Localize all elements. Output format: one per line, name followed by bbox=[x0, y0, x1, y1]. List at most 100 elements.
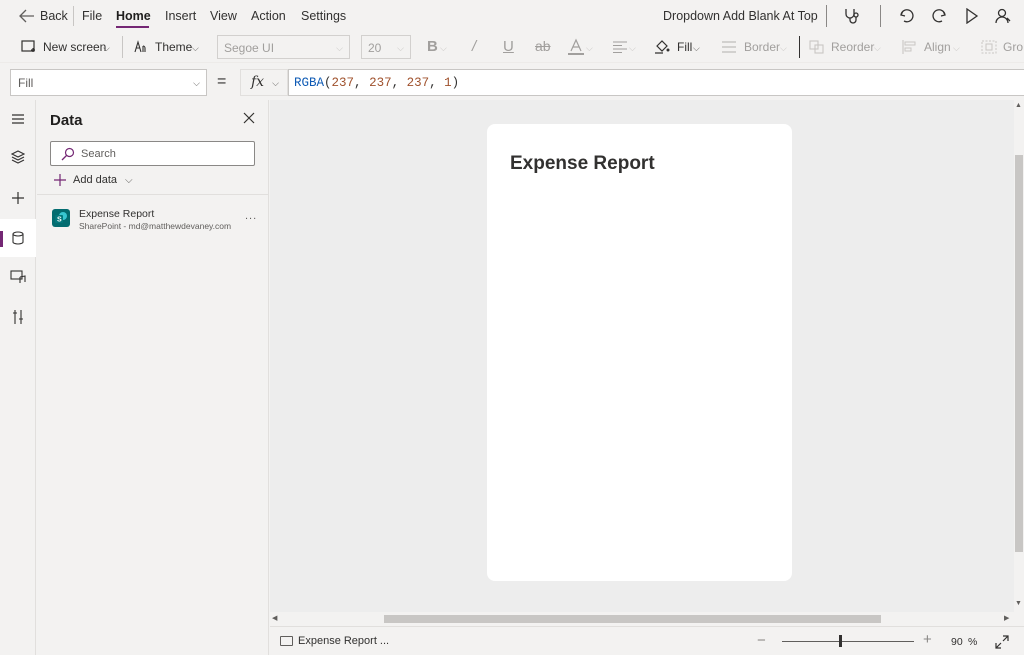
new-screen-button[interactable]: New screen bbox=[43, 40, 106, 54]
formula-arg-alpha: 1 bbox=[444, 76, 452, 90]
menu-bar: Back File Home Insert View Action Settin… bbox=[0, 0, 1024, 32]
canvas-area[interactable]: Expense Report bbox=[270, 100, 1014, 612]
reorder-button[interactable]: Reorder bbox=[831, 40, 874, 54]
scroll-left-icon[interactable]: ◀ bbox=[272, 614, 277, 622]
property-value: Fill bbox=[18, 76, 34, 90]
font-size-select[interactable]: 20 ⌵ bbox=[361, 35, 411, 59]
close-panel-button[interactable] bbox=[242, 111, 256, 125]
bold-icon[interactable]: B bbox=[427, 38, 438, 55]
data-button[interactable] bbox=[0, 219, 36, 257]
active-tab-indicator bbox=[116, 26, 149, 28]
app-title: Dropdown Add Blank At Top bbox=[663, 9, 818, 23]
fx-button[interactable]: fx ⌵ bbox=[240, 69, 288, 96]
scroll-up-icon[interactable]: ▲ bbox=[1015, 102, 1022, 109]
text-align-icon[interactable] bbox=[612, 40, 628, 54]
fill-bucket-icon[interactable] bbox=[654, 39, 670, 55]
underline-icon[interactable]: U bbox=[503, 38, 514, 55]
tree-view-button[interactable] bbox=[0, 138, 36, 176]
chevron-down-icon: ⌵ bbox=[397, 43, 404, 53]
app-screen[interactable]: Expense Report bbox=[487, 124, 792, 581]
vertical-scroll-thumb[interactable] bbox=[1015, 155, 1023, 552]
strikethrough-icon[interactable]: ab bbox=[535, 38, 551, 54]
chevron-down-icon[interactable]: ⌵ bbox=[192, 43, 199, 54]
border-icon[interactable] bbox=[721, 40, 737, 54]
status-bar: Expense Report ... − + 90 % bbox=[270, 626, 1024, 655]
theme-button[interactable]: Theme bbox=[155, 40, 192, 54]
fit-to-window-icon[interactable] bbox=[995, 635, 1009, 649]
formula-input[interactable]: RGBA(237, 237, 237, 1) bbox=[288, 69, 1024, 96]
screen-icon bbox=[280, 636, 293, 646]
fill-button[interactable]: Fill bbox=[677, 40, 692, 54]
title-divider bbox=[826, 5, 827, 27]
sharepoint-icon: S bbox=[52, 209, 70, 227]
stethoscope-icon[interactable] bbox=[842, 6, 862, 26]
screen-title-label[interactable]: Expense Report bbox=[510, 153, 655, 175]
plus-icon bbox=[54, 174, 66, 186]
chevron-down-icon[interactable]: ⌵ bbox=[103, 43, 110, 54]
close-icon bbox=[243, 112, 255, 124]
undo-icon[interactable] bbox=[897, 6, 917, 26]
menu-divider bbox=[73, 6, 74, 26]
search-input[interactable]: Search bbox=[50, 141, 255, 166]
menu-home[interactable]: Home bbox=[116, 9, 151, 23]
formula-function: RGBA bbox=[294, 76, 325, 90]
menu-file[interactable]: File bbox=[82, 9, 102, 23]
new-screen-icon[interactable] bbox=[21, 40, 36, 53]
zoom-out-button[interactable]: − bbox=[757, 632, 766, 649]
add-data-button[interactable]: Add data ⌵ bbox=[53, 173, 133, 187]
search-icon bbox=[61, 147, 75, 161]
italic-icon[interactable]: / bbox=[472, 38, 476, 55]
chevron-down-icon: ⌵ bbox=[629, 43, 636, 53]
hamburger-icon bbox=[12, 114, 24, 124]
left-rail bbox=[0, 100, 36, 655]
chevron-down-icon: ⌵ bbox=[780, 43, 787, 53]
current-screen-selector[interactable]: Expense Report ... bbox=[298, 635, 389, 647]
zoom-in-button[interactable]: + bbox=[923, 631, 932, 648]
formula-arg-blue: 237 bbox=[406, 76, 430, 90]
property-select[interactable]: Fill ⌵ bbox=[10, 69, 207, 96]
group-button[interactable]: Gro bbox=[1003, 40, 1023, 54]
horizontal-scrollbar[interactable]: ◀ ▶ bbox=[270, 612, 1014, 626]
layers-icon bbox=[11, 150, 25, 164]
menu-settings[interactable]: Settings bbox=[301, 9, 346, 23]
theme-icon[interactable] bbox=[133, 40, 147, 54]
zoom-value: 90 bbox=[951, 636, 963, 648]
toolbar-divider bbox=[122, 36, 123, 58]
border-button[interactable]: Border bbox=[744, 40, 780, 54]
align-button[interactable]: Align bbox=[924, 40, 951, 54]
play-icon[interactable] bbox=[962, 6, 982, 26]
toolbar-divider bbox=[799, 36, 800, 58]
more-options-button[interactable]: ... bbox=[245, 210, 257, 222]
zoom-slider[interactable] bbox=[782, 641, 914, 642]
scroll-down-icon[interactable]: ▼ bbox=[1015, 600, 1022, 607]
align-icon[interactable] bbox=[902, 40, 918, 54]
formula-arg-green: 237 bbox=[369, 76, 392, 90]
horizontal-scroll-thumb[interactable] bbox=[384, 615, 881, 623]
hamburger-menu-button[interactable] bbox=[0, 100, 36, 138]
redo-icon[interactable] bbox=[929, 6, 949, 26]
reorder-icon[interactable] bbox=[809, 40, 825, 54]
group-icon[interactable] bbox=[981, 40, 997, 54]
menu-view[interactable]: View bbox=[210, 9, 237, 23]
menu-action[interactable]: Action bbox=[251, 9, 286, 23]
tools-button[interactable] bbox=[0, 298, 36, 336]
add-data-label: Add data bbox=[73, 174, 118, 186]
back-button[interactable]: Back bbox=[40, 9, 68, 23]
menu-insert[interactable]: Insert bbox=[165, 9, 196, 23]
back-arrow-icon[interactable] bbox=[19, 9, 35, 23]
insert-button[interactable] bbox=[0, 179, 36, 217]
formula-bar: Fill ⌵ = fx ⌵ RGBA(237, 237, 237, 1) bbox=[0, 62, 1024, 100]
font-color-icon[interactable] bbox=[567, 38, 585, 56]
user-icon[interactable] bbox=[993, 6, 1013, 26]
equals-sign: = bbox=[217, 73, 227, 90]
chevron-down-icon[interactable]: ⌵ bbox=[693, 43, 700, 54]
zoom-slider-thumb[interactable] bbox=[839, 635, 842, 647]
svg-text:S: S bbox=[57, 217, 62, 224]
media-icon bbox=[10, 270, 26, 283]
vertical-scrollbar[interactable]: ▲ ▼ bbox=[1014, 100, 1024, 612]
scroll-right-icon[interactable]: ▶ bbox=[1004, 614, 1009, 622]
media-button[interactable] bbox=[0, 258, 36, 296]
database-icon bbox=[12, 231, 24, 245]
title-divider-2 bbox=[880, 5, 881, 27]
font-family-select[interactable]: Segoe UI ⌵ bbox=[217, 35, 350, 59]
